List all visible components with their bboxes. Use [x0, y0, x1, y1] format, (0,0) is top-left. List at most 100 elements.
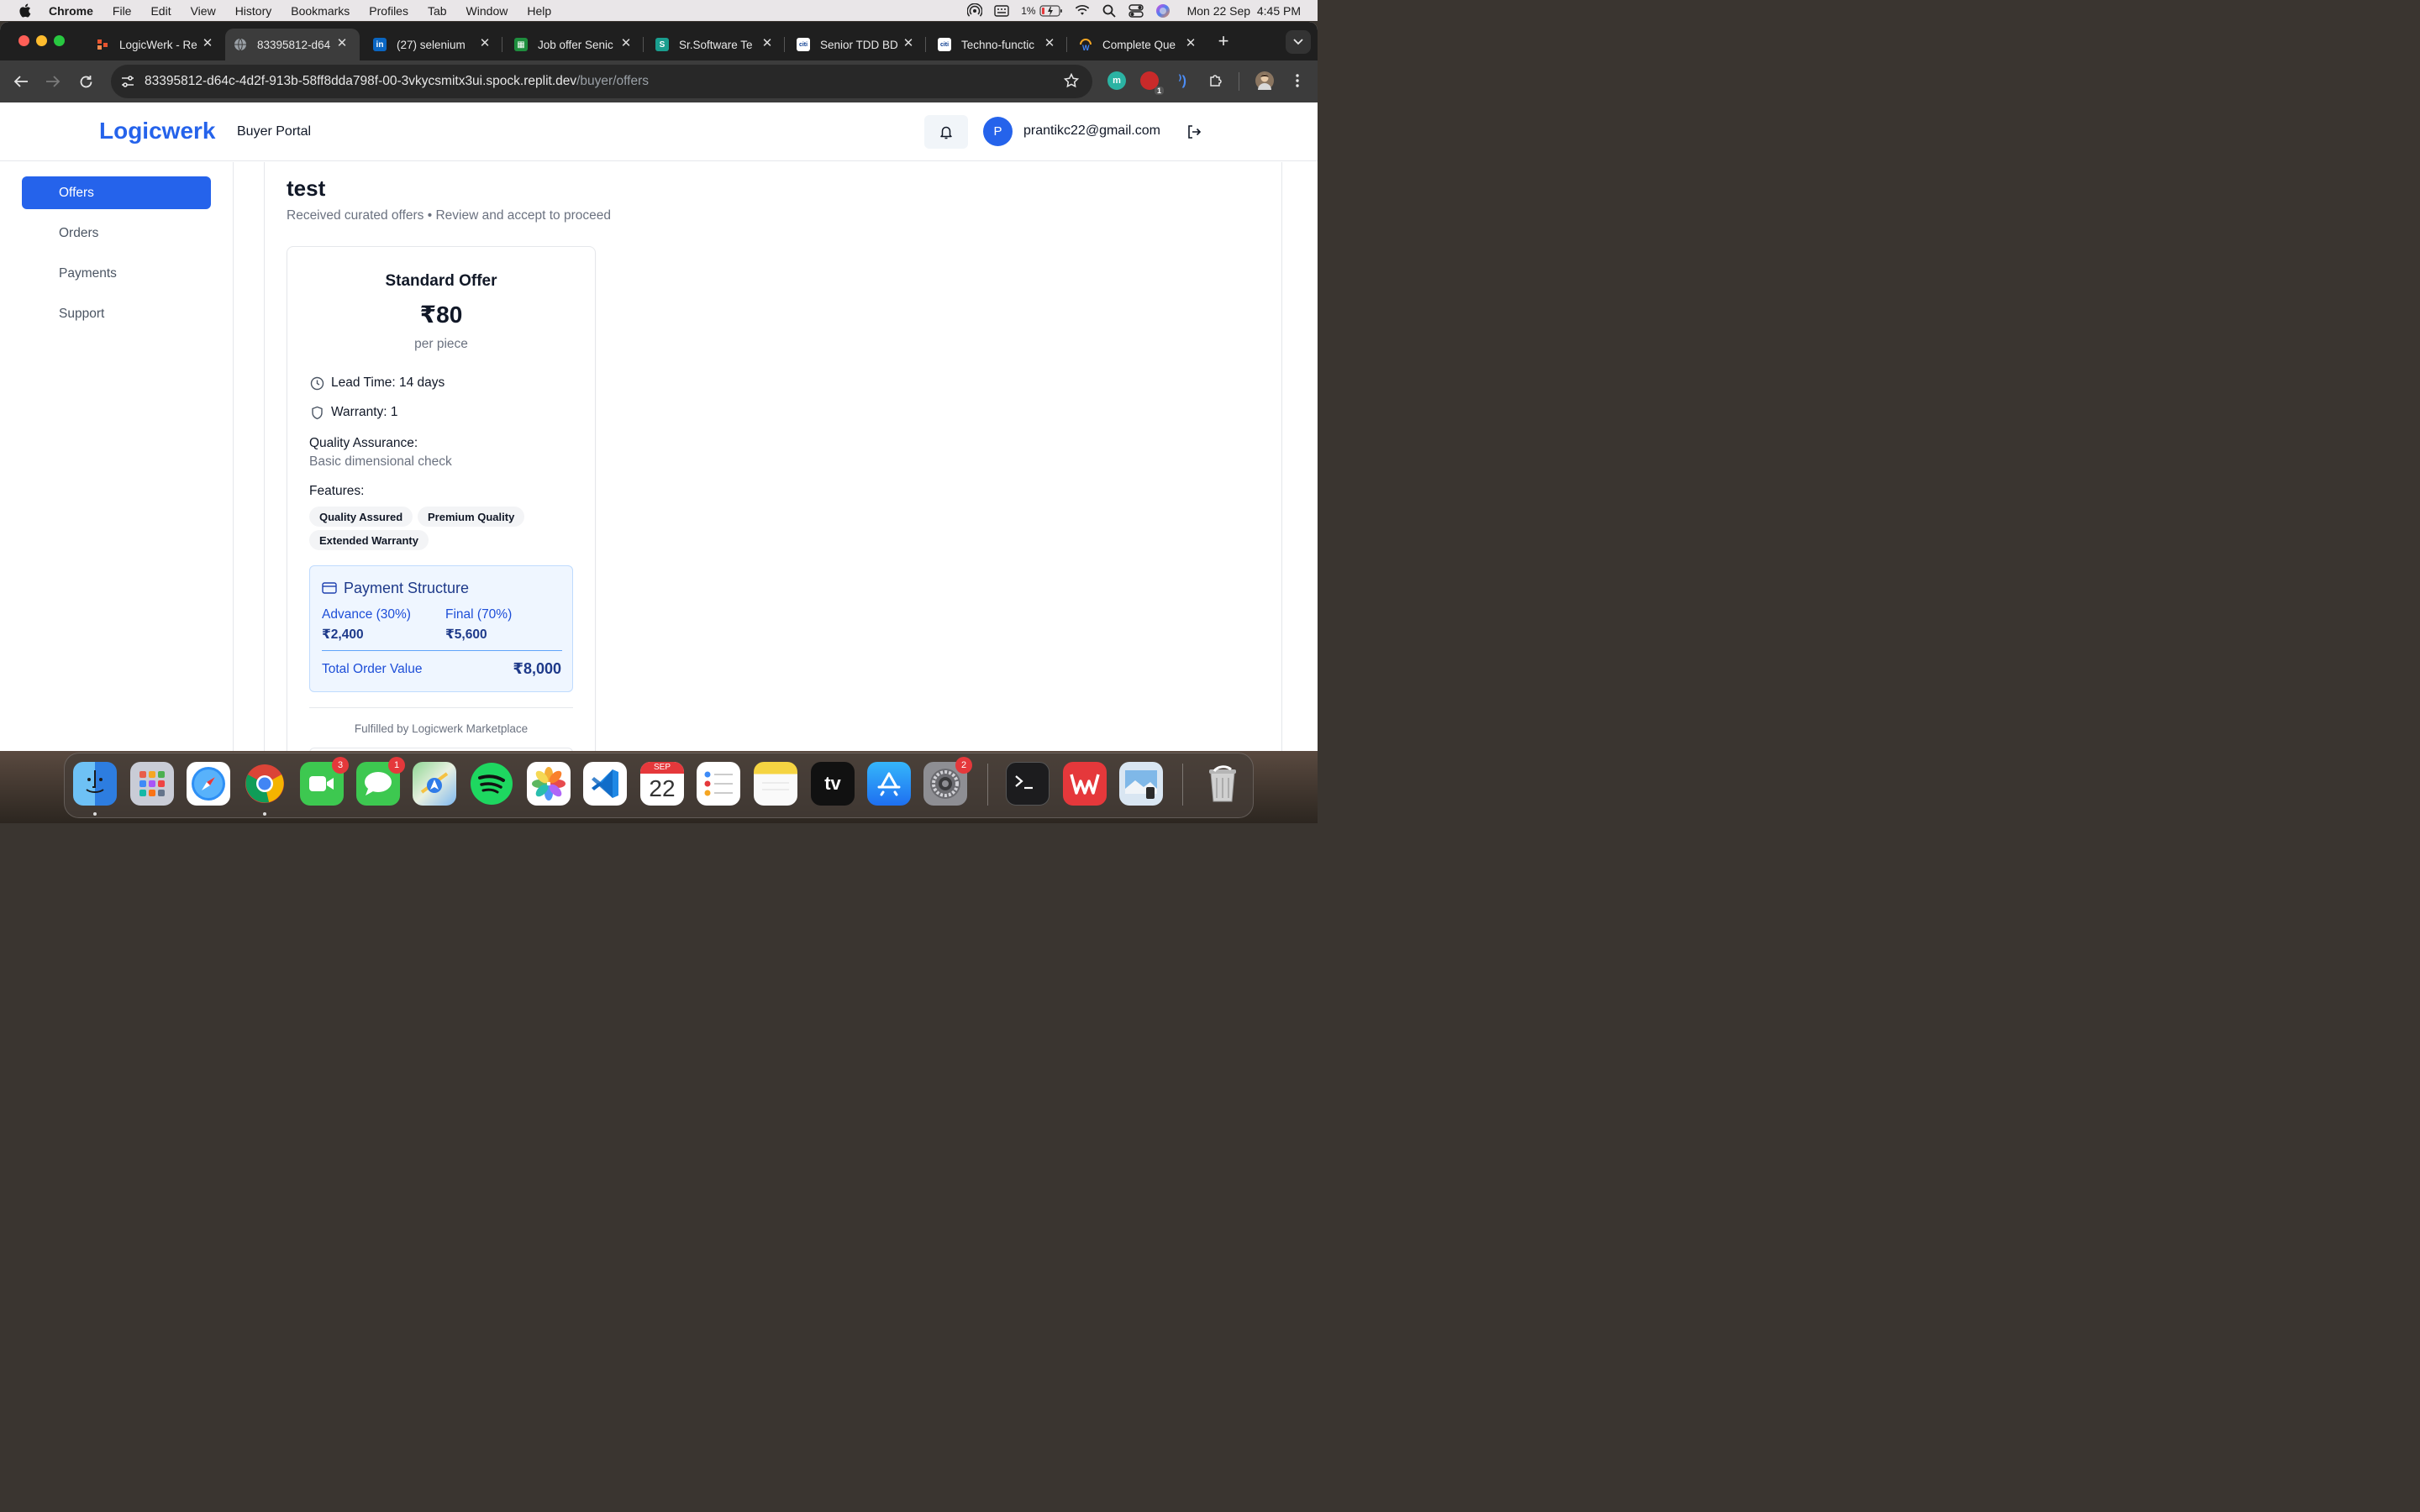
- tab-search-button[interactable]: [1286, 30, 1311, 54]
- wifi-icon[interactable]: [1075, 4, 1090, 18]
- minimize-window-button[interactable]: [36, 35, 47, 46]
- extension-wave-icon[interactable]: ⁾): [1173, 71, 1192, 90]
- close-tab-icon[interactable]: ✕: [902, 37, 914, 50]
- tab-title: LogicWerk - Re: [119, 38, 197, 51]
- close-tab-icon[interactable]: ✕: [1185, 37, 1197, 50]
- chrome-icon[interactable]: [243, 762, 287, 806]
- menu-edit[interactable]: Edit: [150, 4, 171, 18]
- menu-file[interactable]: File: [113, 4, 132, 18]
- browser-tab-6[interactable]: citi Senior TDD BD ✕: [788, 29, 926, 60]
- portal-name: Buyer Portal: [237, 124, 312, 139]
- window-controls: [18, 35, 65, 46]
- menu-bookmarks[interactable]: Bookmarks: [291, 4, 350, 18]
- back-button[interactable]: [10, 71, 32, 92]
- notes-icon[interactable]: [754, 762, 797, 806]
- maps-icon[interactable]: [413, 762, 456, 806]
- sidebar-item-orders[interactable]: Orders: [22, 217, 211, 249]
- logout-button[interactable]: [1186, 123, 1202, 140]
- reminders-icon[interactable]: [697, 762, 740, 806]
- user-avatar[interactable]: P: [983, 117, 1013, 146]
- menu-profiles[interactable]: Profiles: [369, 4, 408, 18]
- svg-text:W: W: [1082, 44, 1090, 51]
- features-label: Features:: [309, 484, 365, 498]
- tab-title: Sr.Software Te: [679, 38, 753, 51]
- browser-tab-8[interactable]: W Complete Que ✕: [1071, 29, 1208, 60]
- extension-m-icon[interactable]: m: [1107, 71, 1126, 90]
- reload-button[interactable]: [75, 71, 97, 92]
- close-tab-icon[interactable]: ✕: [761, 37, 773, 50]
- extension-badge: 1: [1154, 87, 1164, 95]
- offer-unit: per piece: [414, 337, 468, 351]
- tab-title: Senior TDD BD: [820, 38, 898, 51]
- calendar-icon[interactable]: SEP 22: [640, 762, 684, 806]
- sidebar-item-payments[interactable]: Payments: [22, 257, 211, 290]
- battery-status[interactable]: 1%: [1021, 5, 1062, 17]
- close-tab-icon[interactable]: ✕: [336, 37, 348, 50]
- s-favicon-icon: S: [655, 38, 669, 51]
- safari-icon[interactable]: [187, 762, 230, 806]
- final-label: Final (70%): [445, 607, 513, 622]
- control-center-icon[interactable]: [1128, 3, 1144, 18]
- macos-menubar: Chrome File Edit View History Bookmarks …: [0, 0, 1318, 21]
- vscode-icon[interactable]: [583, 762, 627, 806]
- lead-time-row: Lead Time: 14 days: [309, 375, 445, 391]
- airdrop-icon[interactable]: [967, 3, 983, 18]
- menu-history[interactable]: History: [235, 4, 272, 18]
- menu-tab[interactable]: Tab: [428, 4, 447, 18]
- photos-icon[interactable]: [527, 762, 571, 806]
- menu-window[interactable]: Window: [466, 4, 508, 18]
- terminal-icon[interactable]: [1006, 762, 1050, 806]
- extension-lastpass-icon[interactable]: 1: [1140, 71, 1164, 95]
- preview-icon[interactable]: [1119, 762, 1163, 806]
- bookmark-star-icon[interactable]: [1063, 72, 1080, 92]
- trash-icon[interactable]: [1201, 762, 1244, 806]
- address-bar[interactable]: 83395812-d64c-4d2f-913b-58ff8dda798f-00-…: [111, 65, 1092, 98]
- finder-icon[interactable]: [73, 762, 117, 806]
- close-tab-icon[interactable]: ✕: [479, 37, 491, 50]
- warranty-row: Warranty: 1: [309, 405, 398, 420]
- siri-icon[interactable]: [1155, 3, 1171, 18]
- extensions-puzzle-icon[interactable]: [1207, 71, 1225, 90]
- facetime-icon[interactable]: 3: [300, 757, 349, 806]
- close-tab-icon[interactable]: ✕: [1044, 37, 1055, 50]
- menu-view[interactable]: View: [191, 4, 216, 18]
- settings-icon[interactable]: 2: [923, 757, 972, 806]
- launchpad-icon[interactable]: [130, 762, 174, 806]
- browser-tab-3[interactable]: in (27) selenium ✕: [365, 29, 502, 60]
- spotify-icon[interactable]: [470, 762, 513, 806]
- browser-tab-7[interactable]: citi Techno-functic ✕: [929, 29, 1067, 60]
- user-email: prantikc22@gmail.com: [1023, 123, 1160, 138]
- close-tab-icon[interactable]: ✕: [620, 37, 632, 50]
- url-text: 83395812-d64c-4d2f-913b-58ff8dda798f-00-…: [145, 74, 649, 89]
- close-window-button[interactable]: [18, 35, 29, 46]
- browser-tab-4[interactable]: ▦ Job offer Senic ✕: [506, 29, 644, 60]
- browser-tab-2-active[interactable]: 83395812-d64 ✕: [225, 29, 360, 60]
- browser-tab-1[interactable]: LogicWerk - Re ✕: [87, 29, 225, 60]
- zoom-window-button[interactable]: [54, 35, 65, 46]
- profile-avatar-icon[interactable]: [1255, 71, 1274, 90]
- appstore-icon[interactable]: [867, 762, 911, 806]
- menu-help[interactable]: Help: [527, 4, 551, 18]
- menu-app-name[interactable]: Chrome: [49, 4, 93, 18]
- keyboard-icon[interactable]: [994, 4, 1009, 18]
- close-tab-icon[interactable]: ✕: [202, 37, 213, 50]
- sidebar-item-support[interactable]: Support: [22, 297, 211, 330]
- browser-tab-5[interactable]: S Sr.Software Te ✕: [647, 29, 785, 60]
- notifications-button[interactable]: [924, 115, 968, 149]
- chrome-menu-icon[interactable]: [1288, 71, 1307, 90]
- advance-value: ₹2,400: [322, 627, 364, 642]
- site-info-icon[interactable]: [119, 73, 136, 90]
- app-logo[interactable]: Logicwerk: [99, 118, 215, 144]
- wps-icon[interactable]: [1063, 762, 1107, 806]
- lead-time-text: Lead Time: 14 days: [331, 375, 445, 390]
- advance-label: Advance (30%): [322, 607, 411, 622]
- spotlight-search-icon[interactable]: [1102, 4, 1117, 18]
- tv-icon[interactable]: tv: [811, 762, 855, 806]
- apple-logo-icon[interactable]: [18, 3, 32, 18]
- sidebar-item-offers[interactable]: Offers: [22, 176, 211, 209]
- messages-icon[interactable]: 1: [356, 757, 405, 806]
- tab-title: 83395812-d64: [257, 38, 331, 51]
- new-tab-button[interactable]: +: [1215, 32, 1232, 50]
- forward-button[interactable]: [42, 71, 64, 92]
- menubar-datetime[interactable]: Mon 22 Sep 4:45 PM: [1187, 4, 1301, 18]
